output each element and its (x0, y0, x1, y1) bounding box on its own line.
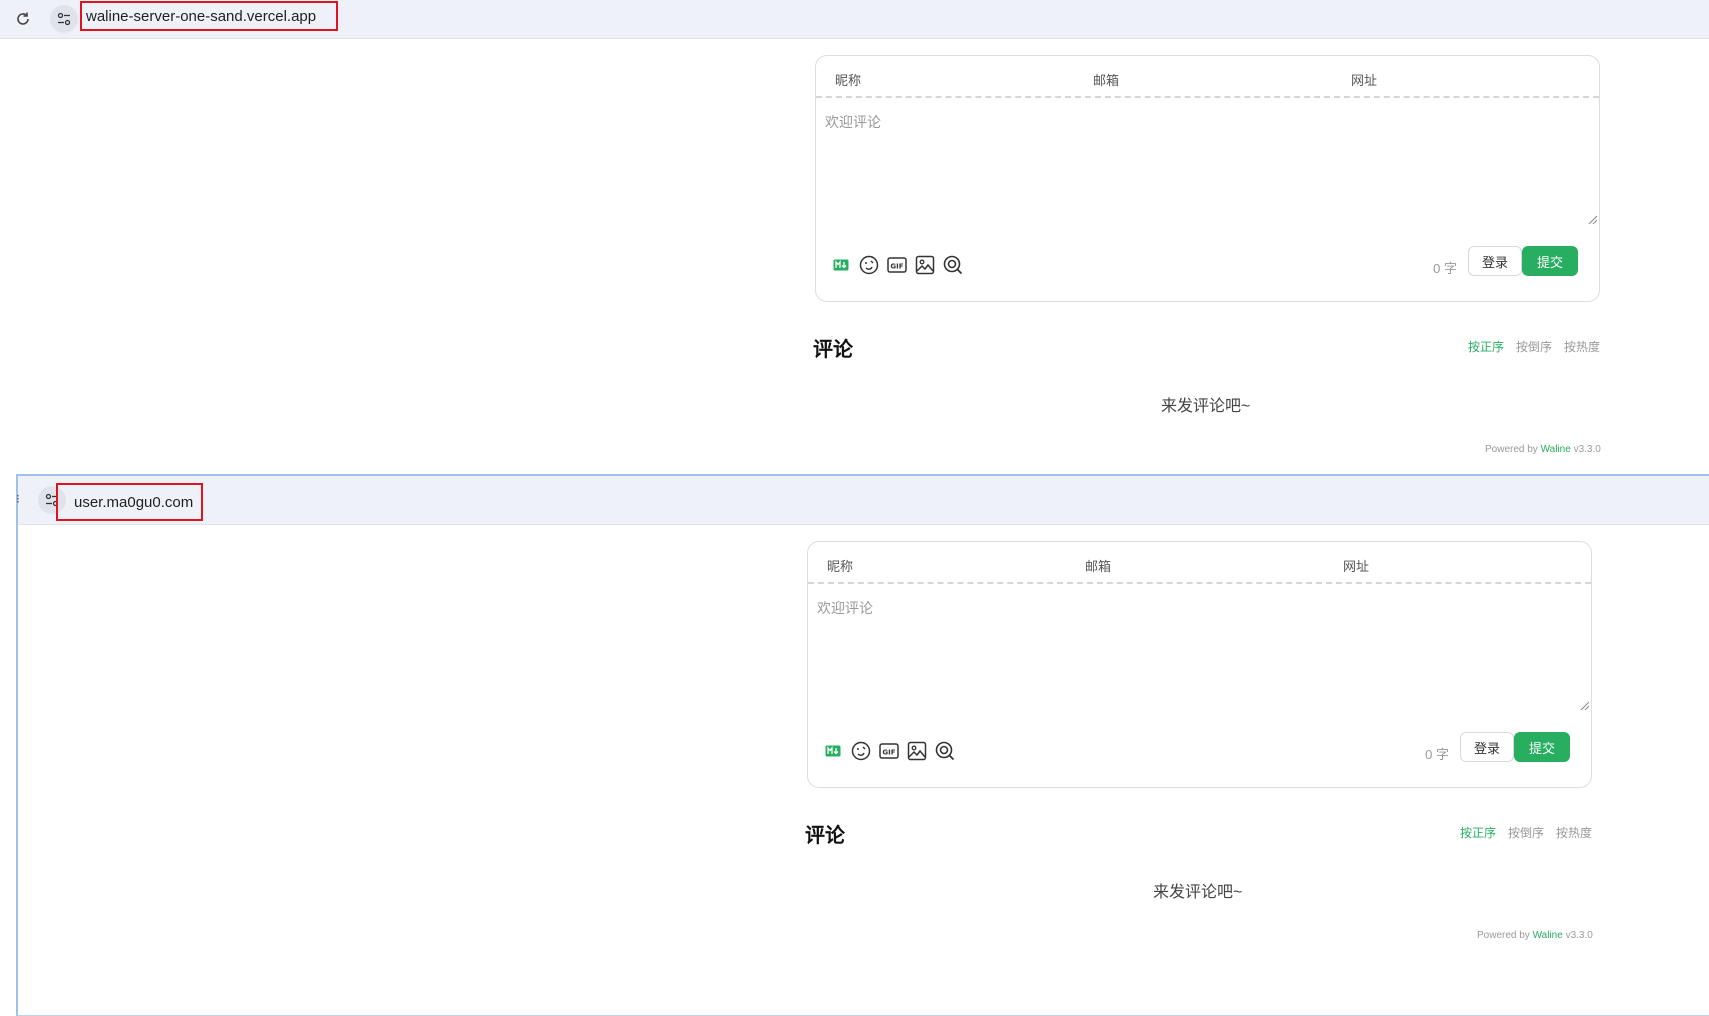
sort-options: 按正序 按倒序 按热度 (1468, 338, 1600, 355)
url-field[interactable]: waline-server-one-sand.vercel.app (80, 1, 338, 31)
url-text: user.ma0gu0.com (74, 493, 194, 511)
nick-input[interactable]: 昵称 (827, 556, 853, 575)
word-count: 0 字 (1433, 261, 1457, 276)
emoji-icon[interactable] (858, 254, 880, 276)
sort-options: 按正序 按倒序 按热度 (1460, 824, 1592, 841)
image-icon[interactable] (906, 740, 928, 762)
sort-asc[interactable]: 按正序 (1468, 338, 1504, 355)
image-icon[interactable] (914, 254, 936, 276)
resize-handle-icon[interactable] (1587, 214, 1597, 224)
more-dots-icon[interactable]: ⁝ (16, 492, 20, 506)
comment-textarea[interactable]: 欢迎评论 (816, 98, 1599, 226)
powered-by: Powered by Waline v3.3.0 (1477, 930, 1593, 941)
submit-button[interactable]: 提交 (1522, 246, 1578, 276)
powered-by: Powered by Waline v3.3.0 (1485, 444, 1601, 455)
sort-desc[interactable]: 按倒序 (1516, 338, 1552, 355)
reload-icon[interactable] (12, 8, 34, 30)
comment-textarea[interactable]: 欢迎评论 (808, 584, 1591, 712)
gif-icon[interactable]: GIF (878, 740, 900, 762)
link-input[interactable]: 网址 (1343, 556, 1369, 575)
comments-title: 评论 (813, 339, 853, 361)
svg-text:GIF: GIF (890, 263, 903, 271)
url-text: waline-server-one-sand.vercel.app (86, 7, 317, 25)
empty-comments: 来发评论吧~ (1153, 884, 1243, 901)
emoji-icon[interactable] (850, 740, 872, 762)
svg-text:GIF: GIF (882, 749, 895, 757)
comments-title: 评论 (805, 825, 845, 847)
mail-input[interactable]: 邮箱 (1085, 556, 1111, 575)
sort-asc[interactable]: 按正序 (1460, 824, 1496, 841)
login-button[interactable]: 登录 (1468, 246, 1522, 276)
login-button[interactable]: 登录 (1460, 732, 1514, 762)
comment-placeholder: 欢迎评论 (817, 600, 873, 616)
sort-desc[interactable]: 按倒序 (1508, 824, 1544, 841)
version-text: v3.3.0 (1562, 930, 1593, 941)
gif-icon[interactable]: GIF (886, 254, 908, 276)
preview-icon[interactable] (942, 254, 964, 276)
preview-icon[interactable] (934, 740, 956, 762)
comment-placeholder: 欢迎评论 (825, 114, 881, 130)
empty-comments: 来发评论吧~ (1161, 398, 1251, 415)
comment-form: 昵称 邮箱 网址 欢迎评论 GIF 0 字 登录 提交 (815, 55, 1600, 302)
site-settings-icon[interactable] (50, 5, 78, 33)
powered-prefix: Powered by (1485, 444, 1541, 455)
comment-form: 昵称 邮箱 网址 欢迎评论 GIF 0 字 登录 提交 (807, 541, 1592, 788)
word-count: 0 字 (1425, 747, 1449, 762)
address-bar: ⁝ user.ma0gu0.com (16, 476, 1709, 525)
submit-button[interactable]: 提交 (1514, 732, 1570, 762)
sort-hot[interactable]: 按热度 (1564, 338, 1600, 355)
user-fields: 昵称 邮箱 网址 (816, 56, 1599, 98)
powered-prefix: Powered by (1477, 930, 1533, 941)
user-fields: 昵称 邮箱 网址 (808, 542, 1591, 584)
url-field[interactable]: user.ma0gu0.com (56, 483, 203, 521)
waline-link[interactable]: Waline (1533, 930, 1563, 941)
waline-link[interactable]: Waline (1541, 444, 1571, 455)
markdown-icon[interactable] (822, 740, 844, 762)
address-bar: waline-server-one-sand.vercel.app (0, 0, 1709, 39)
link-input[interactable]: 网址 (1351, 70, 1377, 89)
editor-toolbar: GIF 0 字 登录 提交 (816, 246, 1599, 286)
editor-toolbar: GIF 0 字 登录 提交 (808, 732, 1591, 772)
nick-input[interactable]: 昵称 (835, 70, 861, 89)
browser-window-top: waline-server-one-sand.vercel.app 昵称 邮箱 … (0, 0, 1709, 470)
mail-input[interactable]: 邮箱 (1093, 70, 1119, 89)
browser-window-bottom: ⁝ user.ma0gu0.com 昵称 邮箱 网址 欢迎评论 GIF 0 字 … (16, 474, 1709, 1016)
sort-hot[interactable]: 按热度 (1556, 824, 1592, 841)
markdown-icon[interactable] (830, 254, 852, 276)
version-text: v3.3.0 (1570, 444, 1601, 455)
resize-handle-icon[interactable] (1579, 700, 1589, 710)
